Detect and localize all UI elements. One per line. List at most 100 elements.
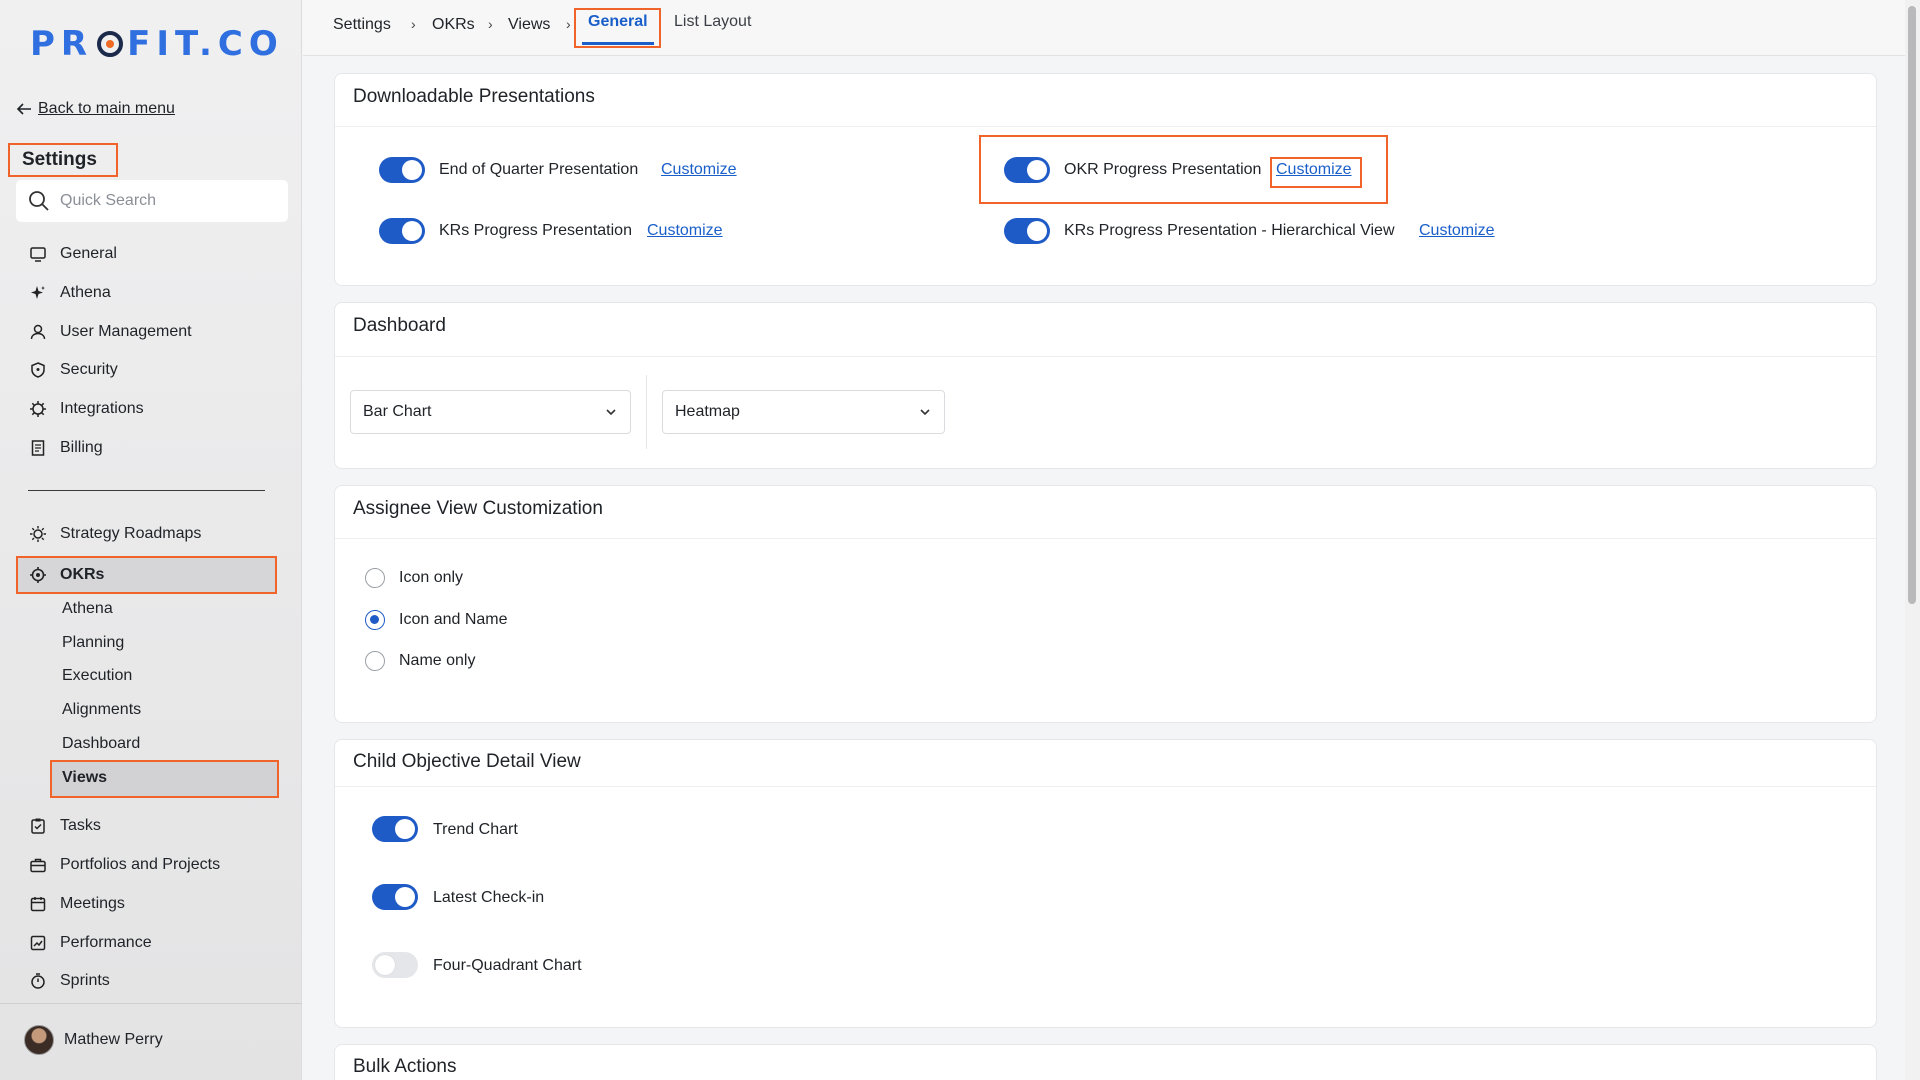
radio-icon-and-name[interactable]	[365, 610, 385, 630]
breadcrumb-separator: ›	[566, 16, 571, 32]
sidebar-item-tasks[interactable]: Tasks	[28, 811, 101, 841]
section-title: Bulk Actions	[353, 1056, 457, 1077]
breadcrumb-views[interactable]: Views	[508, 16, 550, 34]
sidebar-item-integrations[interactable]: Integrations	[28, 394, 144, 424]
okr-progress-toggle[interactable]	[1004, 157, 1050, 183]
child-objective-detail-card: Child Objective Detail View	[334, 739, 1877, 1028]
target-icon	[28, 565, 48, 585]
quick-search-input[interactable]: Quick Search	[16, 180, 288, 222]
select-value: Heatmap	[675, 403, 740, 420]
assignee-view-card: Assignee View Customization	[334, 485, 1877, 723]
stopwatch-icon	[28, 971, 48, 991]
bulb-icon	[28, 524, 48, 544]
sidebar-item-general[interactable]: General	[28, 239, 117, 269]
sidebar-item-security[interactable]: Security	[28, 355, 118, 385]
latest-checkin-toggle[interactable]	[372, 884, 418, 910]
bulk-actions-card: Bulk Actions	[334, 1044, 1877, 1080]
monitor-icon	[28, 244, 48, 264]
chevron-down-icon	[606, 409, 616, 416]
user-icon	[28, 322, 48, 342]
dashboard-view-select[interactable]: Heatmap	[662, 390, 945, 434]
tab-list-layout[interactable]: List Layout	[674, 13, 751, 31]
okr-subitem-planning[interactable]: Planning	[62, 634, 124, 652]
sidebar-item-okrs[interactable]: OKRs	[28, 560, 104, 590]
sidebar-item-user-management[interactable]: User Management	[28, 317, 192, 347]
sidebar-item-label: OKRs	[60, 566, 105, 583]
trend-chart-toggle[interactable]	[372, 816, 418, 842]
okr-subitem-alignments[interactable]: Alignments	[62, 701, 141, 719]
calendar-icon	[28, 894, 48, 914]
sidebar-item-sprints[interactable]: Sprints	[28, 966, 110, 996]
sparkle-icon	[28, 283, 48, 303]
sidebar-item-label: Billing	[60, 439, 103, 456]
chart-line-icon	[28, 933, 48, 953]
sidebar-item-label: Performance	[60, 934, 152, 951]
scrollbar-thumb[interactable]	[1908, 6, 1916, 604]
trend-chart-label: Trend Chart	[433, 821, 518, 838]
four-quadrant-label: Four-Quadrant Chart	[433, 957, 582, 974]
sidebar-item-label: Tasks	[60, 817, 101, 834]
dashboard-chart-type-select[interactable]: Bar Chart	[350, 390, 631, 434]
okr-progress-customize-link[interactable]: Customize	[1276, 161, 1352, 179]
section-title: Child Objective Detail View	[353, 751, 581, 772]
breadcrumb-separator: ›	[488, 16, 493, 32]
section-title: Assignee View Customization	[353, 498, 603, 519]
logo-target-icon	[97, 31, 124, 57]
sidebar-item-label: Integrations	[60, 400, 144, 417]
select-divider	[646, 375, 647, 449]
breadcrumb-settings[interactable]: Settings	[333, 16, 391, 34]
radio-name-only[interactable]	[365, 651, 385, 671]
back-to-main-menu-link[interactable]: Back to main menu	[16, 100, 175, 118]
active-tab-indicator	[582, 42, 654, 45]
section-title: Dashboard	[353, 315, 446, 336]
sidebar-item-portfolios-and-projects[interactable]: Portfolios and Projects	[28, 850, 220, 880]
user-profile[interactable]: Mathew Perry	[24, 1025, 163, 1055]
okr-progress-label: OKR Progress Presentation	[1064, 161, 1262, 178]
radio-icon-only[interactable]	[365, 568, 385, 588]
settings-title: Settings	[8, 143, 118, 177]
avatar	[24, 1025, 54, 1055]
section-divider	[335, 356, 1876, 357]
sidebar-item-billing[interactable]: Billing	[28, 433, 103, 463]
sidebar-item-label: Athena	[60, 284, 111, 301]
sidebar-item-label: User Management	[60, 323, 192, 340]
end-of-quarter-toggle[interactable]	[379, 157, 425, 183]
sidebar: PR FIT.CO Back to main menu Settings Quic…	[0, 0, 302, 1080]
four-quadrant-toggle[interactable]	[372, 952, 418, 978]
gear-icon	[28, 399, 48, 419]
sidebar-item-athena[interactable]: Athena	[28, 278, 111, 308]
end-of-quarter-customize-link[interactable]: Customize	[661, 161, 737, 179]
krs-progress-customize-link[interactable]: Customize	[647, 222, 723, 240]
krs-hierarchical-customize-link[interactable]: Customize	[1419, 222, 1495, 240]
search-icon	[29, 191, 49, 211]
briefcase-icon	[28, 855, 48, 875]
okr-subitem-execution[interactable]: Execution	[62, 667, 132, 685]
breadcrumb-separator: ›	[411, 16, 416, 32]
breadcrumb-okrs[interactable]: OKRs	[432, 16, 475, 34]
sidebar-item-performance[interactable]: Performance	[28, 928, 152, 958]
profitco-logo[interactable]: PR FIT.CO	[30, 24, 284, 64]
receipt-icon	[28, 438, 48, 458]
sidebar-item-label: General	[60, 245, 117, 262]
okr-subitem-views[interactable]: Views	[62, 769, 107, 787]
sidebar-item-strategy-roadmaps[interactable]: Strategy Roadmaps	[28, 519, 201, 549]
okr-subitem-athena[interactable]: Athena	[62, 600, 113, 618]
end-of-quarter-label: End of Quarter Presentation	[439, 161, 639, 178]
section-title: Downloadable Presentations	[353, 86, 595, 107]
quick-search-placeholder: Quick Search	[60, 192, 157, 209]
okr-subitem-dashboard[interactable]: Dashboard	[62, 735, 140, 753]
select-value: Bar Chart	[363, 403, 432, 420]
krs-hierarchical-toggle[interactable]	[1004, 218, 1050, 244]
sidebar-item-label: Security	[60, 361, 118, 378]
sidebar-item-meetings[interactable]: Meetings	[28, 889, 125, 919]
sidebar-item-label: Portfolios and Projects	[60, 856, 221, 873]
section-divider	[335, 786, 1876, 787]
sidebar-item-label: Sprints	[60, 972, 110, 989]
tab-general[interactable]: General	[588, 13, 648, 31]
krs-progress-toggle[interactable]	[379, 218, 425, 244]
user-divider	[0, 1003, 302, 1004]
radio-label: Icon only	[399, 569, 464, 586]
latest-checkin-label: Latest Check-in	[433, 889, 545, 906]
arrow-left-icon	[16, 103, 31, 115]
sidebar-divider	[28, 490, 265, 491]
